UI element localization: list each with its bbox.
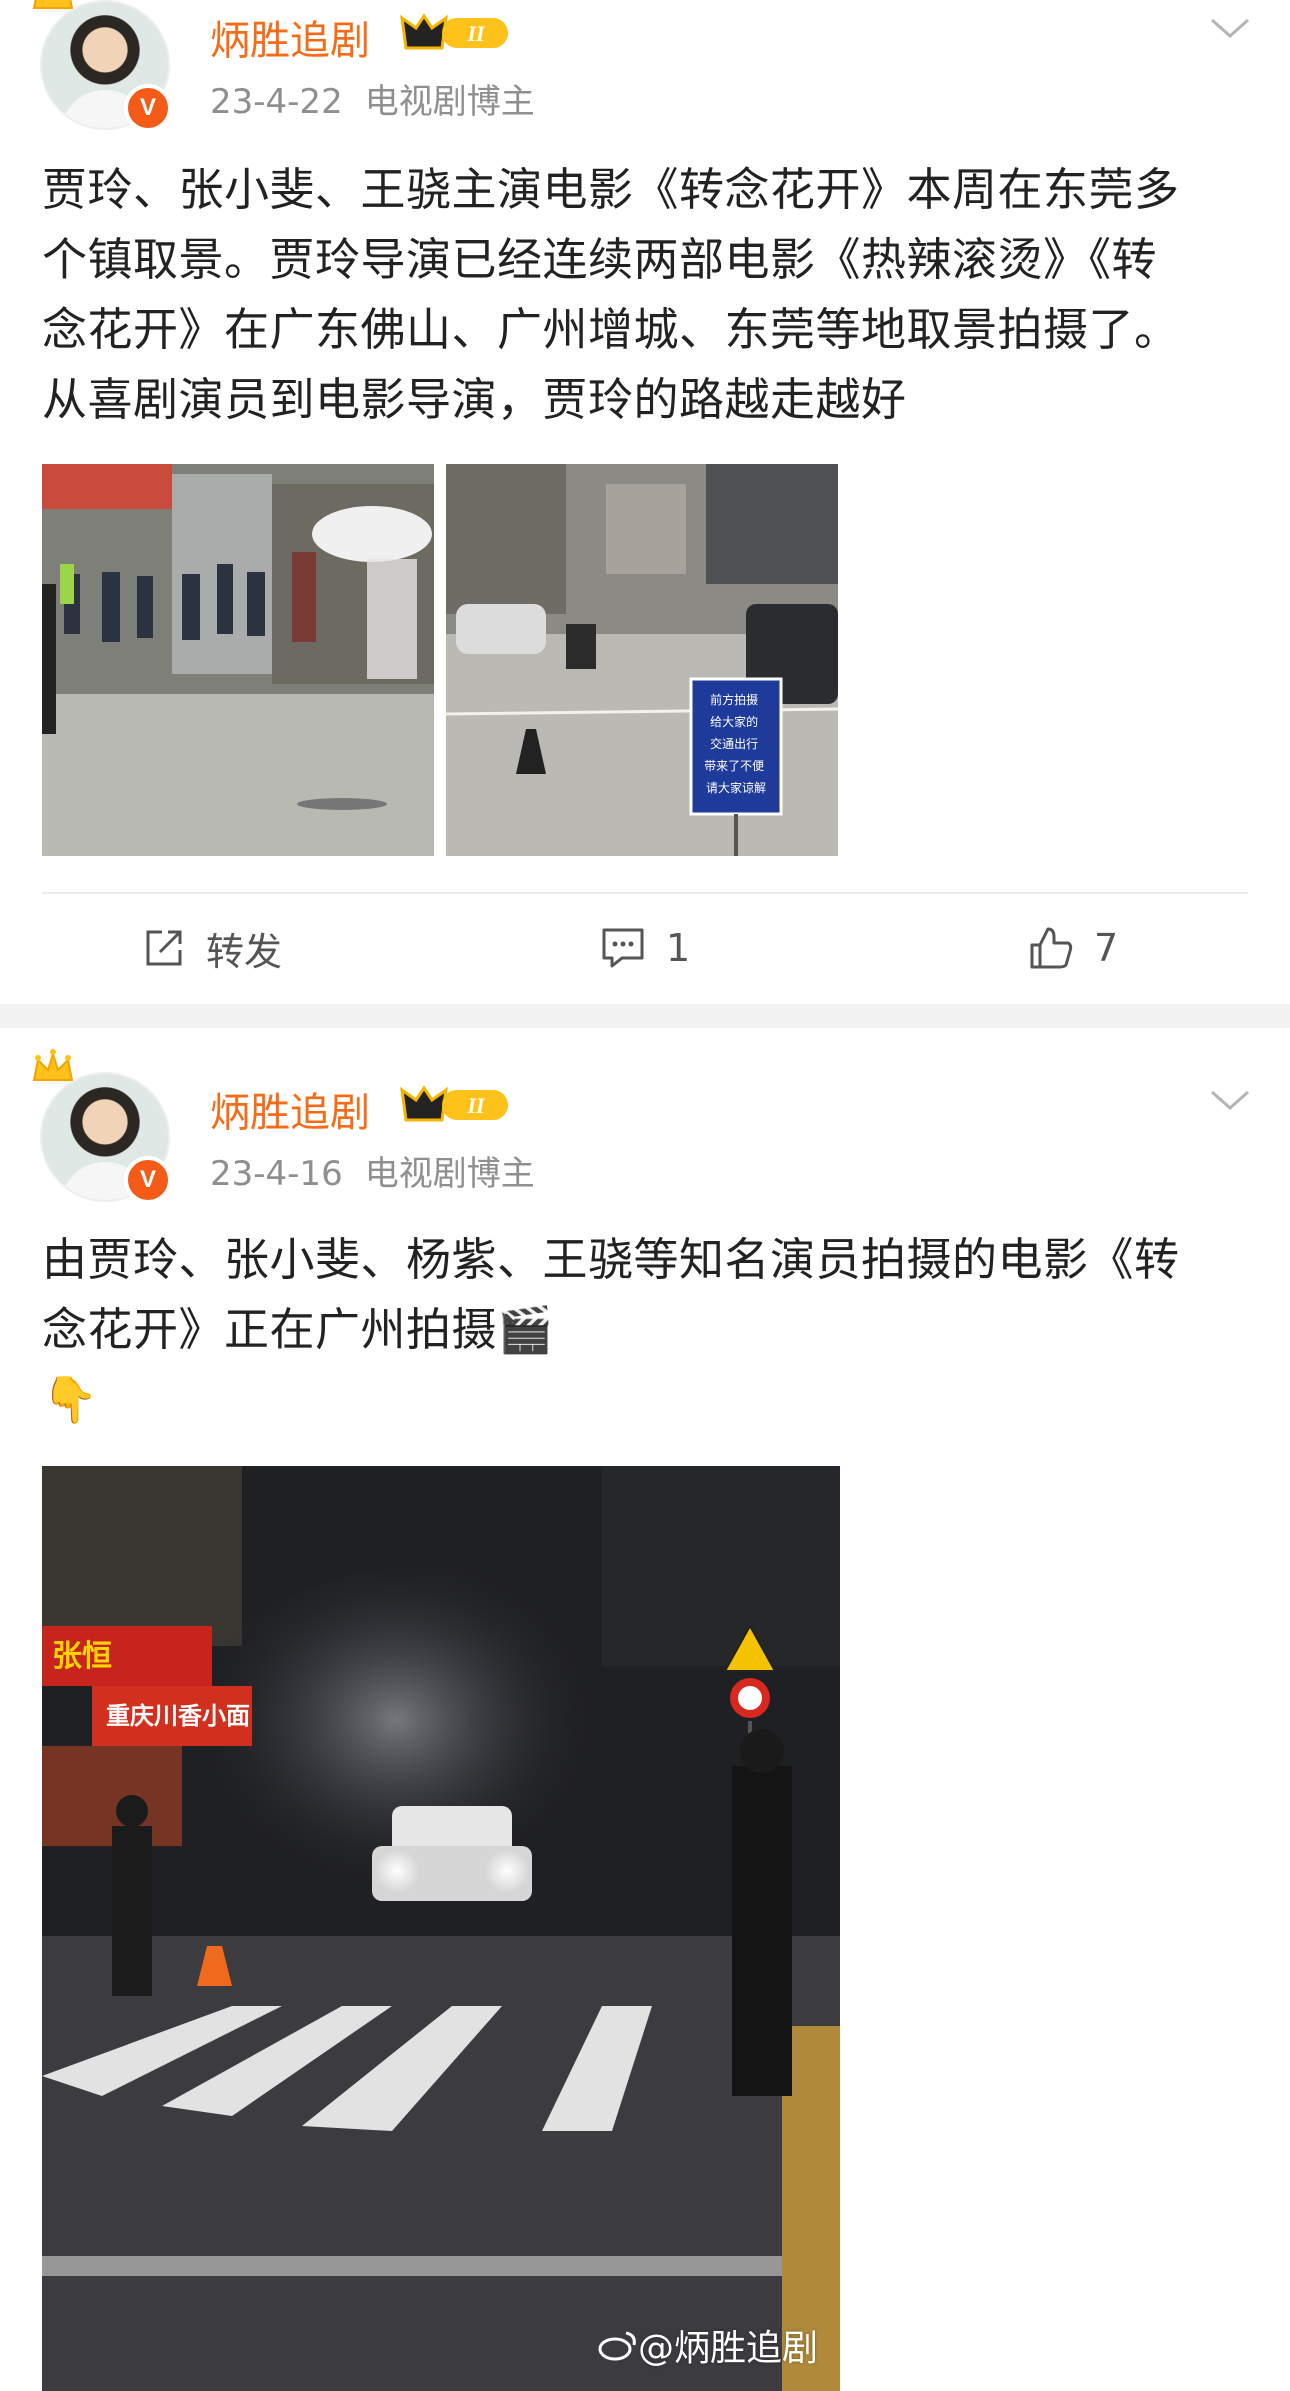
svg-text:II: II — [466, 1093, 486, 1118]
weibo-post-2: V 炳胜追剧 II 23-4-16 电视剧博主 由贾玲、张小斐、杨紫、王骁等知名演… — [0, 1028, 1290, 2391]
comment-icon — [602, 928, 644, 968]
verified-v-icon: V — [124, 1156, 172, 1204]
post-divider — [42, 892, 1248, 894]
author-role: 电视剧博主 — [364, 1154, 535, 1194]
crown-icon — [32, 1049, 74, 1081]
post-text: 贾玲、张小斐、王骁主演电影《转念花开》本周在东莞多 个镇取景。贾玲导演已经连续两… — [42, 155, 1252, 435]
repost-button[interactable]: 转发 — [142, 918, 282, 978]
level-badge-icon: II — [400, 13, 508, 50]
comment-button[interactable]: 1 — [600, 918, 690, 978]
repost-label: 转发 — [206, 929, 283, 974]
repost-icon — [146, 930, 182, 966]
post-text-line: 个镇取景。贾玲导演已经连续两部电影《热辣滚烫》《转 — [42, 233, 1158, 286]
author-avatar[interactable]: V — [32, 1049, 172, 1204]
chevron-down-icon[interactable] — [1208, 1086, 1252, 1114]
post-text-line: 从喜剧演员到电影导演，贾玲的路越走越好 — [42, 373, 907, 426]
post-separator — [0, 1004, 1290, 1028]
like-button[interactable]: 7 — [1028, 918, 1118, 978]
post-image-2[interactable]: 前方拍摄 给大家的 交通出行 带来了不便 请大家谅解 — [446, 464, 838, 856]
post-text-line: 由贾玲、张小斐、杨紫、王骁等知名演员拍摄的电影《转 — [42, 1233, 1180, 1286]
author-avatar[interactable]: V — [32, 0, 172, 132]
level-badge-icon: II — [400, 1085, 508, 1122]
verified-v-icon: V — [124, 84, 172, 132]
weibo-logo-icon — [598, 2331, 636, 2361]
image-watermark: @炳胜追剧 — [598, 2319, 818, 2371]
post-text-line: 👇 — [42, 1373, 99, 1426]
post-text-line: 念花开》在广东佛山、广州增城、东莞等地取景拍摄了。 — [42, 303, 1180, 356]
post-date: 23-4-16 — [210, 1154, 343, 1194]
comment-count: 1 — [666, 926, 691, 970]
post-text-line: 念花开》正在广州拍摄🎬 — [42, 1303, 554, 1356]
post-meta: 23-4-22 电视剧博主 — [210, 74, 535, 123]
chevron-down-icon[interactable] — [1208, 14, 1252, 42]
crown-icon — [32, 0, 74, 9]
watermark-text: @炳胜追剧 — [637, 2328, 818, 2369]
thumbs-up-icon — [1030, 927, 1073, 969]
svg-text:张恒: 张恒 — [52, 1639, 112, 1674]
svg-text:II: II — [466, 21, 486, 46]
svg-text:重庆川香小面: 重庆川香小面 — [106, 1702, 250, 1730]
author-role: 电视剧博主 — [364, 82, 535, 122]
like-count: 7 — [1094, 926, 1119, 970]
post-text-line: 贾玲、张小斐、王骁主演电影《转念花开》本周在东莞多 — [42, 163, 1180, 216]
author-name[interactable]: 炳胜追剧 — [210, 8, 370, 66]
weibo-post-1: V 炳胜追剧 II 23-4-22 电视剧博主 贾玲、张小斐、王骁主演电影《转念花… — [0, 0, 1290, 1004]
author-name[interactable]: 炳胜追剧 — [210, 1080, 370, 1138]
post-meta: 23-4-16 电视剧博主 — [210, 1146, 535, 1195]
post-date: 23-4-22 — [210, 82, 343, 122]
post-text: 由贾玲、张小斐、杨紫、王骁等知名演员拍摄的电影《转 念花开》正在广州拍摄🎬 👇 — [42, 1225, 1252, 1435]
post-image-1[interactable] — [42, 464, 434, 856]
post-image-night-street[interactable]: 张恒 重庆川香小面 @炳胜追剧 — [42, 1466, 840, 2391]
